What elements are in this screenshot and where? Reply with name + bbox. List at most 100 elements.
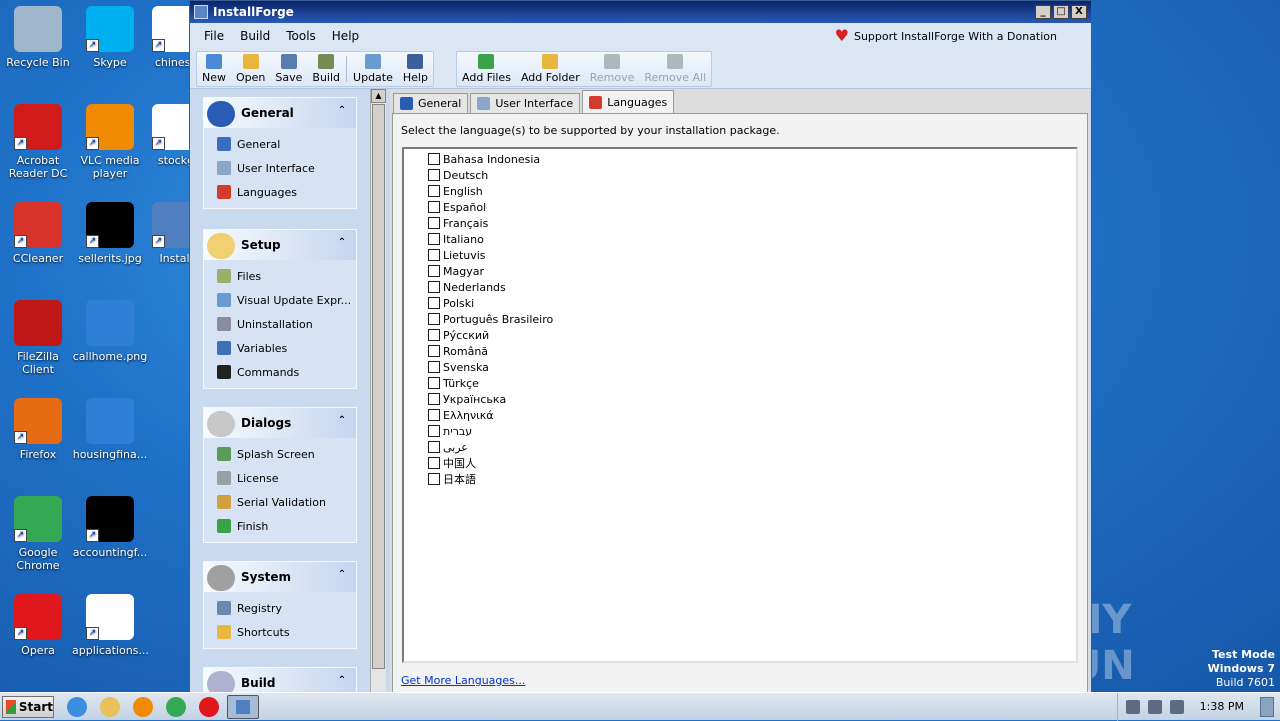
language-item[interactable]: Polski [428,295,474,311]
sidebar-item-uninstallation[interactable]: Uninstallation [204,312,356,336]
toolbar-update-button[interactable]: Update [348,52,398,86]
collapse-chevron-icon[interactable]: ⌃ [336,570,348,582]
desktop-icon-firefox[interactable]: ↗ Firefox [0,398,76,461]
language-checkbox[interactable] [428,441,440,453]
sidebar-group-header[interactable]: Build ⌃ [204,668,356,694]
sidebar-item-license[interactable]: License [204,466,356,490]
menu-help[interactable]: Help [324,29,367,43]
desktop-icon-recycle-bin[interactable]: Recycle Bin [0,6,76,69]
scrollbar-thumb[interactable] [372,104,385,669]
language-checkbox[interactable] [428,329,440,341]
language-checkbox[interactable] [428,457,440,469]
sidebar-item-shortcuts[interactable]: Shortcuts [204,620,356,644]
language-item[interactable]: Українська [428,391,506,407]
sidebar-scrollbar[interactable]: ▲ [370,89,386,694]
toolbar-build-button[interactable]: Build [307,52,345,86]
collapse-chevron-icon[interactable]: ⌃ [336,106,348,118]
maximize-button[interactable]: □ [1053,5,1069,19]
taskbar-media-player-icon[interactable] [133,696,153,717]
title-bar[interactable]: InstallForge _ □ X [190,1,1091,23]
language-checkbox[interactable] [428,409,440,421]
sidebar-group-header[interactable]: System ⌃ [204,562,356,592]
desktop-icon-acrobat-reader-dc[interactable]: ↗ Acrobat Reader DC [0,104,76,180]
language-checkbox[interactable] [428,345,440,357]
taskbar-installforge-icon[interactable] [227,694,259,719]
desktop-icon-google-chrome[interactable]: ↗ Google Chrome [0,496,76,572]
language-item[interactable]: Español [428,199,486,215]
collapse-chevron-icon[interactable]: ⌃ [336,238,348,250]
toolbar-open-button[interactable]: Open [231,52,270,86]
language-item[interactable]: Ελληνικά [428,407,494,423]
toolbar-save-button[interactable]: Save [270,52,307,86]
language-item[interactable]: Рýсский [428,327,489,343]
taskbar-ie-icon[interactable] [67,696,87,717]
taskbar-opera-icon[interactable] [199,696,219,717]
language-item[interactable]: Română [428,343,488,359]
taskbar-explorer-folder-icon[interactable] [100,696,120,717]
language-item[interactable]: English [428,183,483,199]
language-checkbox[interactable] [428,425,440,437]
toolbar-add-files-button[interactable]: Add Files [457,52,516,86]
language-checkbox[interactable] [428,169,440,181]
action-center-flag-icon[interactable] [1169,699,1184,714]
volume-icon[interactable] [1125,699,1140,714]
toolbar-help-button[interactable]: Help [398,52,433,86]
taskbar-chrome-icon[interactable] [166,696,186,717]
language-checkbox[interactable] [428,233,440,245]
language-checkbox[interactable] [428,217,440,229]
desktop-icon-vlc-media-player[interactable]: ↗ VLC media player [72,104,148,180]
language-checkbox[interactable] [428,185,440,197]
sidebar-item-serial-validation[interactable]: Serial Validation [204,490,356,514]
language-checkbox[interactable] [428,377,440,389]
language-checkbox[interactable] [428,265,440,277]
minimize-button[interactable]: _ [1035,5,1051,19]
menu-build[interactable]: Build [232,29,278,43]
language-item[interactable]: עברית [428,423,472,439]
desktop-icon-ccleaner[interactable]: ↗ CCleaner [0,202,76,265]
toolbar-add-folder-button[interactable]: Add Folder [516,52,585,86]
language-item[interactable]: Italiano [428,231,484,247]
language-checkbox[interactable] [428,361,440,373]
language-item[interactable]: Bahasa Indonesia [428,151,540,167]
show-desktop-button[interactable] [1260,696,1274,717]
language-checkbox[interactable] [428,153,440,165]
language-checkbox[interactable] [428,249,440,261]
get-more-languages-link[interactable]: Get More Languages... [401,674,525,687]
desktop-icon-accountingf[interactable]: ↗ accountingf... [72,496,148,559]
tab-languages[interactable]: Languages [582,90,675,113]
sidebar-item-variables[interactable]: Variables [204,336,356,360]
desktop-icon-skype[interactable]: ↗ Skype [72,6,148,69]
language-checkbox[interactable] [428,473,440,485]
language-item[interactable]: Lietuvis [428,247,486,263]
language-item[interactable]: Nederlands [428,279,506,295]
sidebar-group-header[interactable]: General ⌃ [204,98,356,128]
tab-general[interactable]: General [393,93,469,113]
language-item[interactable]: Türkçe [428,375,479,391]
language-item[interactable]: 中国人 [428,455,476,471]
language-checkbox[interactable] [428,393,440,405]
language-item[interactable]: Français [428,215,488,231]
toolbar-remove-all-button[interactable]: Remove All [639,52,711,86]
language-item[interactable]: Svenska [428,359,489,375]
sidebar-item-commands[interactable]: Commands [204,360,356,384]
sidebar-item-files[interactable]: Files [204,264,356,288]
sidebar-item-splash-screen[interactable]: Splash Screen [204,442,356,466]
toolbar-remove-button[interactable]: Remove [585,52,640,86]
toolbar-new-button[interactable]: New [197,52,231,86]
sidebar-group-header[interactable]: Dialogs ⌃ [204,408,356,438]
sidebar-item-finish[interactable]: Finish [204,514,356,538]
network-icon[interactable] [1147,699,1162,714]
menu-file[interactable]: File [196,29,232,43]
donate-link[interactable]: ♥ Support InstallForge With a Donation [835,28,1057,44]
language-checkbox[interactable] [428,281,440,293]
sidebar-item-general[interactable]: General [204,132,356,156]
desktop-icon-applications[interactable]: ↗ applications... [72,594,149,657]
sidebar-item-visual-update-expr[interactable]: Visual Update Expr... [204,288,356,312]
close-button[interactable]: X [1071,5,1087,19]
desktop-icon-housingfina[interactable]: housingfina... [72,398,148,461]
language-checkbox[interactable] [428,201,440,213]
start-button[interactable]: Start [2,695,54,718]
clock[interactable]: 1:38 PM [1200,700,1244,713]
desktop-icon-opera[interactable]: ↗ Opera [0,594,76,657]
desktop-icon-filezilla-client[interactable]: FileZilla Client [0,300,76,376]
